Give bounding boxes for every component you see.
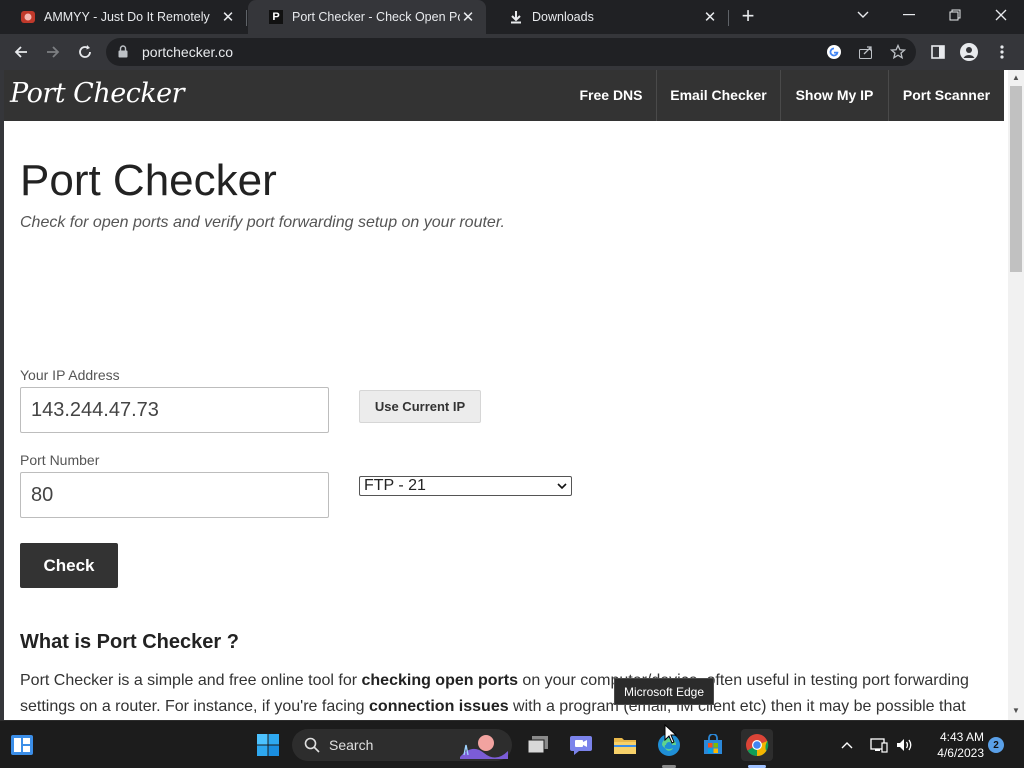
task-view-icon[interactable] — [522, 729, 554, 761]
nav-port-scanner[interactable]: Port Scanner — [888, 70, 1004, 121]
page-viewport: Port Checker Free DNS Email Checker Show… — [4, 70, 1008, 720]
nav-free-dns[interactable]: Free DNS — [565, 70, 657, 121]
notification-badge[interactable]: 2 — [988, 737, 1004, 753]
nav-email-checker[interactable]: Email Checker — [656, 70, 780, 121]
system-clock[interactable]: 4:43 AM 4/6/2023 — [920, 729, 984, 761]
windows-start-icon[interactable] — [252, 729, 284, 761]
new-tab-button[interactable]: + — [736, 5, 760, 29]
scrollbar-thumb[interactable] — [1010, 86, 1022, 272]
widgets-icon[interactable] — [6, 729, 38, 761]
clock-date: 4/6/2023 — [937, 746, 984, 760]
forward-icon[interactable] — [40, 39, 66, 65]
search-highlight-icon — [458, 731, 508, 762]
section-heading: What is Port Checker ? — [20, 631, 239, 653]
minimize-icon[interactable] — [886, 0, 932, 30]
service-select[interactable]: FTP - 21 — [359, 476, 572, 496]
tab-divider — [728, 10, 729, 26]
tab-divider — [246, 10, 247, 26]
page-title: Port Checker — [20, 156, 277, 205]
reload-icon[interactable] — [72, 39, 98, 65]
check-button[interactable]: Check — [20, 543, 118, 588]
port-number-input[interactable]: 80 — [20, 472, 329, 518]
tab-title: Downloads — [532, 10, 594, 24]
menu-kebab-icon[interactable] — [989, 39, 1015, 65]
chrome-icon[interactable] — [741, 729, 773, 761]
network-icon[interactable] — [866, 729, 892, 761]
ip-address-label: Your IP Address — [20, 367, 120, 383]
bookmark-star-icon[interactable] — [888, 42, 908, 62]
tab-port-checker[interactable]: P Port Checker - Check Open Ports ✕ — [248, 0, 486, 34]
chevron-down-icon — [557, 477, 567, 500]
clock-time: 4:43 AM — [939, 730, 984, 744]
download-icon — [508, 9, 524, 25]
restore-icon[interactable] — [932, 0, 978, 30]
taskbar-search[interactable]: Search — [292, 729, 512, 761]
volume-icon[interactable] — [892, 729, 918, 761]
page-scrollbar[interactable]: ▲ ▼ — [1008, 70, 1024, 720]
close-window-icon[interactable] — [978, 0, 1024, 30]
paragraph-text: with a program (email, IM client etc) th… — [508, 698, 966, 715]
port-number-label: Port Number — [20, 452, 100, 468]
intro-paragraph: Port Checker is a simple and free online… — [20, 668, 980, 720]
windows-taskbar: Search 4:43 AM 4/6/2023 2 — [0, 720, 1024, 768]
lock-icon[interactable] — [118, 45, 128, 63]
search-label: Search — [329, 737, 374, 753]
taskbar-tooltip: Microsoft Edge — [614, 678, 714, 705]
close-tab-icon[interactable]: ✕ — [220, 9, 236, 26]
ip-address-input[interactable]: 143.244.47.73 — [20, 387, 329, 433]
portchecker-favicon: P — [268, 9, 284, 25]
store-icon[interactable] — [697, 729, 729, 761]
tab-ammyy[interactable]: AMMYY - Just Do It Remotely ✕ — [0, 0, 246, 34]
service-select-value: FTP - 21 — [364, 477, 426, 494]
google-icon[interactable] — [824, 42, 844, 62]
site-logo[interactable]: Port Checker — [10, 78, 185, 109]
back-icon[interactable] — [8, 39, 34, 65]
paragraph-bold: connection issues — [369, 698, 509, 715]
tab-title: Port Checker - Check Open Ports — [292, 10, 460, 24]
mouse-cursor-icon — [664, 723, 678, 749]
teams-chat-icon[interactable] — [565, 729, 597, 761]
favicon-letter: P — [269, 10, 283, 24]
url-text[interactable]: portchecker.co — [142, 44, 233, 60]
file-explorer-icon[interactable] — [609, 729, 641, 761]
tab-downloads[interactable]: Downloads ✕ — [488, 0, 728, 34]
tab-title: AMMYY - Just Do It Remotely — [44, 10, 210, 24]
chevron-up-icon[interactable] — [832, 729, 862, 761]
close-tab-icon[interactable]: ✕ — [702, 9, 718, 26]
scroll-down-icon[interactable]: ▼ — [1012, 706, 1020, 715]
tab-search-icon[interactable] — [840, 0, 886, 30]
ammyy-icon — [20, 9, 36, 25]
share-icon[interactable] — [856, 42, 876, 62]
address-bar[interactable]: portchecker.co — [106, 38, 916, 66]
page-subtitle: Check for open ports and verify port for… — [20, 214, 505, 231]
browser-toolbar: portchecker.co — [0, 34, 1024, 70]
profile-icon[interactable] — [956, 39, 982, 65]
scroll-up-icon[interactable]: ▲ — [1012, 73, 1020, 82]
site-navbar: Port Checker Free DNS Email Checker Show… — [4, 70, 1004, 121]
close-tab-icon[interactable]: ✕ — [460, 9, 476, 26]
paragraph-text: Port Checker is a simple and free online… — [20, 672, 362, 689]
nav-show-my-ip[interactable]: Show My IP — [780, 70, 888, 121]
use-current-ip-button[interactable]: Use Current IP — [359, 390, 481, 423]
search-icon — [304, 737, 320, 756]
tab-strip: AMMYY - Just Do It Remotely ✕ P Port Che… — [0, 0, 1024, 34]
paragraph-bold: checking open ports — [361, 672, 518, 689]
side-panel-icon[interactable] — [925, 39, 951, 65]
